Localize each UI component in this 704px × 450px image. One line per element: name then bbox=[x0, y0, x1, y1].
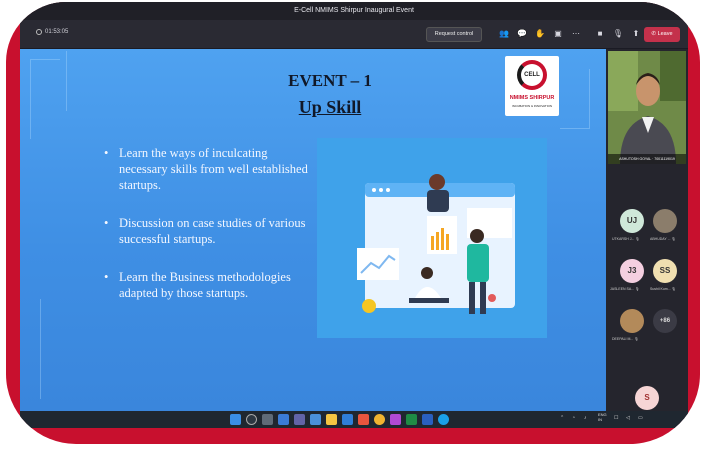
office-icon[interactable] bbox=[358, 414, 369, 425]
participant-name-text: Sushil Kum... bbox=[650, 287, 671, 291]
request-control-button[interactable]: Request control bbox=[426, 27, 482, 42]
chevron-up-icon[interactable]: ⌃ bbox=[560, 415, 564, 421]
slide-subheading: Up Skill bbox=[298, 97, 362, 117]
slide-event-heading: EVENT – 1 bbox=[288, 71, 372, 90]
participant-name: Sushil Kum... 🎙 bbox=[650, 287, 676, 291]
circuit-decoration bbox=[40, 299, 41, 399]
participant-name-text: ABHUDAY ... bbox=[650, 237, 671, 241]
battery-icon[interactable]: ▭ bbox=[638, 415, 643, 421]
more-participants-badge[interactable]: +86 bbox=[653, 309, 677, 333]
bullet-item: Discussion on case studies of various su… bbox=[104, 215, 314, 247]
task-view-icon[interactable] bbox=[262, 414, 273, 425]
participant-name: DEEPALI M... 🎙 bbox=[612, 337, 639, 341]
chrome-icon[interactable] bbox=[374, 414, 385, 425]
avatar-initials: SS bbox=[659, 266, 671, 275]
leave-label: Leave bbox=[657, 31, 673, 37]
participant-name-text: JASLEEN SA... bbox=[610, 287, 635, 291]
participant-avatar[interactable]: SS bbox=[653, 259, 677, 283]
app-icon[interactable] bbox=[310, 414, 321, 425]
speaker-name-label: ASHUTOSH GOYAL · 70011119019 bbox=[608, 154, 686, 164]
logo-title: NMIMS SHIRPUR bbox=[509, 95, 555, 101]
mic-muted-icon: 🎙 bbox=[635, 237, 640, 241]
shared-slide: EVENT – 1 Up Skill CELL NMIMS SHIRPUR IN… bbox=[20, 49, 606, 411]
illustration-graphic bbox=[357, 174, 515, 314]
ecell-logo: CELL NMIMS SHIRPUR INCUBATION & INNOVATI… bbox=[505, 56, 559, 116]
decorative-red-frame: E-Cell NMIMS Shirpur Inaugural Event 01:… bbox=[6, 2, 700, 444]
logo-cell-text: CELL bbox=[524, 72, 540, 78]
participant-name: JASLEEN SA... 🎙 bbox=[610, 287, 640, 291]
network-icon[interactable]: ☐ bbox=[614, 415, 618, 421]
mic-muted-icon: 🎙 bbox=[671, 237, 676, 241]
rooms-icon[interactable]: ▣ bbox=[552, 28, 564, 40]
excel-icon[interactable] bbox=[406, 414, 417, 425]
store-icon[interactable] bbox=[342, 414, 353, 425]
windows-taskbar: ⌃ ◔ ♪ ENG IN ☐ ◁ ▭ bbox=[20, 411, 688, 428]
participant-avatar[interactable]: J3 bbox=[620, 259, 644, 283]
meeting-toolbar: 01:53:05 Request control 👥 💬 ✋ ▣ ⋯ ■ 🎙 ⬆… bbox=[20, 20, 688, 48]
shield-icon bbox=[36, 29, 42, 35]
edge-icon[interactable] bbox=[438, 414, 449, 425]
avatar-initials: S bbox=[644, 393, 650, 402]
circuit-decoration bbox=[560, 69, 590, 129]
search-icon[interactable] bbox=[246, 414, 257, 425]
participant-name: UTKARSH J... 🎙 bbox=[612, 237, 640, 241]
leave-button[interactable]: ✆ Leave bbox=[644, 27, 680, 42]
slide-title: EVENT – 1 Up Skill bbox=[270, 71, 390, 118]
camera-icon[interactable]: ■ bbox=[594, 28, 606, 40]
logo-subtitle: INCUBATION & INNOVATION bbox=[511, 104, 553, 108]
share-icon[interactable]: ⬆ bbox=[630, 28, 642, 40]
participant-avatar-photo[interactable] bbox=[653, 209, 677, 233]
speaker-figure bbox=[608, 51, 686, 164]
meeting-timer: 01:53:05 bbox=[36, 29, 68, 35]
window-title-bar: E-Cell NMIMS Shirpur Inaugural Event bbox=[20, 2, 688, 20]
participant-avatar-photo[interactable] bbox=[620, 309, 644, 333]
participants-panel: ASHUTOSH GOYAL · 70011119019 UJ UTKARSH … bbox=[606, 49, 688, 411]
more-icon[interactable]: ⋯ bbox=[570, 28, 582, 40]
teamwork-illustration bbox=[317, 138, 547, 338]
widgets-icon[interactable] bbox=[278, 414, 289, 425]
slide-bullet-list: Learn the ways of inculcating necessary … bbox=[104, 145, 314, 323]
participants-icon[interactable]: 👥 bbox=[498, 28, 510, 40]
screenshot-stage: E-Cell NMIMS Shirpur Inaugural Event 01:… bbox=[0, 0, 704, 450]
app-icon[interactable] bbox=[390, 414, 401, 425]
participant-name-text: UTKARSH J... bbox=[612, 237, 635, 241]
chat-icon[interactable]: 💬 bbox=[516, 28, 528, 40]
more-count: +86 bbox=[659, 318, 671, 324]
speaker-video[interactable]: ASHUTOSH GOYAL · 70011119019 bbox=[608, 51, 686, 164]
self-avatar[interactable]: S bbox=[635, 386, 659, 410]
teams-icon[interactable] bbox=[294, 414, 305, 425]
bullet-item: Learn the ways of inculcating necessary … bbox=[104, 145, 314, 193]
mic-muted-icon: 🎙 bbox=[671, 287, 677, 291]
volume-icon[interactable]: ♪ bbox=[584, 415, 587, 421]
timer-text: 01:53:05 bbox=[45, 29, 69, 35]
circuit-decoration bbox=[66, 51, 67, 111]
avatar-initials: J3 bbox=[627, 266, 637, 275]
circuit-decoration bbox=[30, 59, 60, 139]
participant-name-text: DEEPALI M... bbox=[612, 337, 634, 341]
logo-ring: CELL bbox=[517, 60, 547, 90]
mic-muted-icon: 🎙 bbox=[634, 337, 639, 341]
wifi-icon[interactable]: ◔ bbox=[572, 415, 575, 421]
file-explorer-icon[interactable] bbox=[326, 414, 337, 425]
region-code: IN bbox=[598, 417, 602, 422]
meeting-screen: E-Cell NMIMS Shirpur Inaugural Event 01:… bbox=[20, 2, 688, 428]
language-indicator[interactable]: ENG IN bbox=[598, 412, 607, 422]
mic-muted-icon: 🎙 bbox=[635, 287, 640, 291]
start-icon[interactable] bbox=[230, 414, 241, 425]
react-icon[interactable]: ✋ bbox=[534, 28, 546, 40]
bullet-item: Learn the Business methodologies adapted… bbox=[104, 269, 314, 301]
word-icon[interactable] bbox=[422, 414, 433, 425]
participant-name: ABHUDAY ... 🎙 bbox=[650, 237, 676, 241]
avatar-initials: UJ bbox=[626, 216, 638, 225]
participant-avatar[interactable]: UJ bbox=[620, 209, 644, 233]
microphone-icon[interactable]: 🎙 bbox=[612, 28, 624, 40]
window-title: E-Cell NMIMS Shirpur Inaugural Event bbox=[294, 7, 414, 14]
speaker-icon[interactable]: ◁ bbox=[626, 415, 630, 421]
